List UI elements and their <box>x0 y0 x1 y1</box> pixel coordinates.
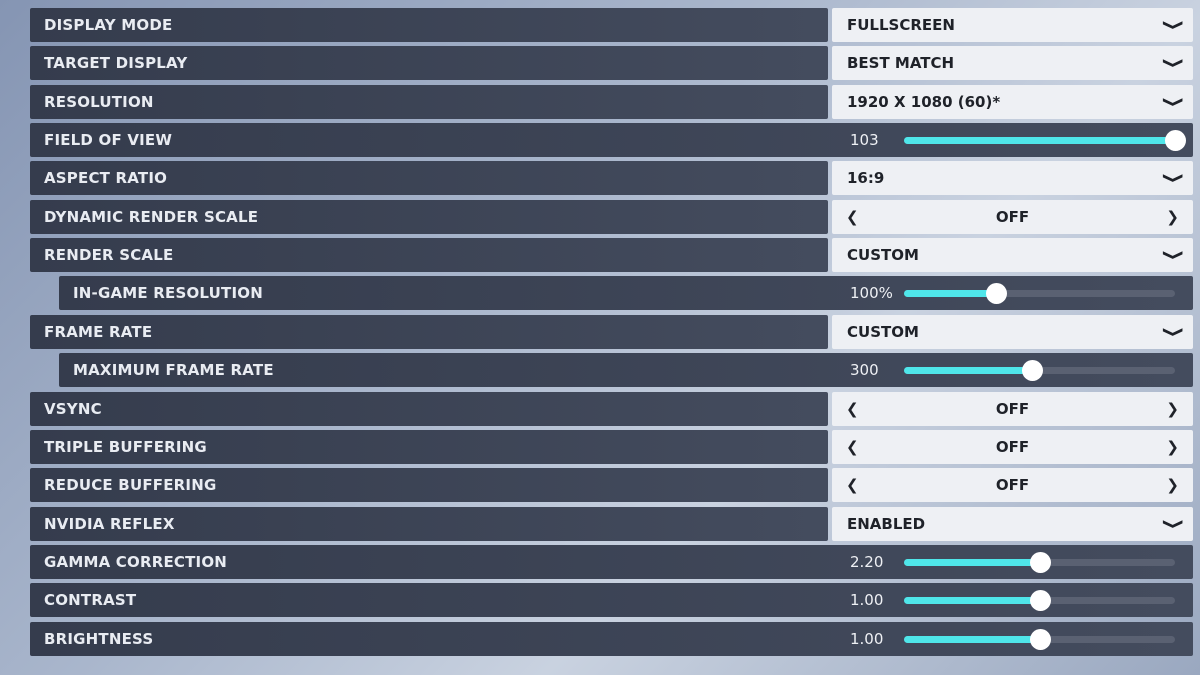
toggle-selector: ❮ OFF ❯ <box>832 391 1193 426</box>
chevron-right-icon[interactable]: ❯ <box>1166 430 1179 464</box>
dropdown[interactable]: 16:9 ❯ <box>832 161 1193 196</box>
setting-label: REDUCE BUFFERING <box>30 468 828 503</box>
toggle-selector: ❮ OFF ❯ <box>832 429 1193 464</box>
setting-label: ASPECT RATIO <box>30 161 828 196</box>
slider-value: 1.00 <box>850 591 884 610</box>
slider: 100% <box>832 276 1193 310</box>
setting-label: DISPLAY MODE <box>30 8 828 42</box>
chevron-down-icon: ❯ <box>1161 95 1185 108</box>
slider-track[interactable] <box>904 360 1175 382</box>
slider-thumb[interactable] <box>1029 628 1051 650</box>
slider-fill <box>904 137 1175 145</box>
setting-row-vsync: VSYNC ❮ OFF ❯ <box>30 391 1193 426</box>
dropdown-value: FULLSCREEN <box>847 16 955 34</box>
dropdown-value: BEST MATCH <box>847 54 955 73</box>
dropdown[interactable]: 1920 X 1080 (60)* ❯ <box>832 84 1193 119</box>
setting-label: NVIDIA REFLEX <box>30 506 828 541</box>
slider-track[interactable] <box>904 283 1175 305</box>
slider-value: 2.20 <box>850 552 884 571</box>
dropdown-value: CUSTOM <box>847 246 919 265</box>
setting-label: TRIPLE BUFFERING <box>30 429 828 464</box>
toggle-value: OFF <box>995 476 1030 495</box>
setting-row-render-scale: RENDER SCALE CUSTOM ❯ <box>30 238 1193 273</box>
toggle-selector: ❮ OFF ❯ <box>832 468 1193 503</box>
slider-thumb[interactable] <box>1029 551 1051 573</box>
slider-thumb[interactable] <box>986 283 1008 305</box>
chevron-right-icon[interactable]: ❯ <box>1166 468 1179 502</box>
chevron-down-icon: ❯ <box>1161 517 1185 530</box>
setting-row-frame-rate: FRAME RATE CUSTOM ❯ <box>30 314 1193 349</box>
setting-row-gamma-correction: GAMMA CORRECTION 2.20 <box>30 544 1193 579</box>
setting-label: TARGET DISPLAY <box>30 46 828 81</box>
setting-row-resolution: RESOLUTION 1920 X 1080 (60)* ❯ <box>30 84 1193 119</box>
chevron-right-icon[interactable]: ❯ <box>1166 200 1179 234</box>
slider-fill <box>904 597 1040 605</box>
toggle-value: OFF <box>995 207 1030 226</box>
setting-label: RESOLUTION <box>30 84 828 119</box>
setting-row-field-of-view: FIELD OF VIEW 103 <box>30 123 1193 158</box>
slider-track[interactable] <box>904 590 1175 612</box>
toggle-value: OFF <box>995 437 1030 456</box>
chevron-down-icon: ❯ <box>1161 19 1185 31</box>
slider-thumb[interactable] <box>1165 130 1186 152</box>
setting-row-maximum-frame-rate: MAXIMUM FRAME RATE 300 <box>30 353 1193 388</box>
slider-value: 300 <box>850 361 879 380</box>
chevron-right-icon[interactable]: ❯ <box>1166 392 1179 426</box>
toggle-selector: ❮ OFF ❯ <box>832 199 1193 234</box>
slider: 2.20 <box>832 545 1193 579</box>
slider-fill <box>904 367 1033 375</box>
slider: 300 <box>832 353 1193 387</box>
dropdown[interactable]: CUSTOM ❯ <box>832 314 1193 349</box>
setting-row-reduce-buffering: REDUCE BUFFERING ❮ OFF ❯ <box>30 468 1193 503</box>
slider-fill <box>904 290 997 298</box>
slider-thumb[interactable] <box>1029 590 1051 612</box>
slider: 103 <box>832 123 1193 157</box>
setting-row-target-display: TARGET DISPLAY BEST MATCH ❯ <box>30 46 1193 81</box>
slider-fill <box>904 635 1040 643</box>
setting-row-aspect-ratio: ASPECT RATIO 16:9 ❯ <box>30 161 1193 196</box>
dropdown[interactable]: FULLSCREEN ❯ <box>832 8 1193 42</box>
setting-row-dynamic-render-scale: DYNAMIC RENDER SCALE ❮ OFF ❯ <box>30 199 1193 234</box>
slider: 1.00 <box>832 583 1193 617</box>
dropdown[interactable]: BEST MATCH ❯ <box>832 46 1193 81</box>
setting-label: VSYNC <box>30 391 828 426</box>
chevron-down-icon: ❯ <box>1161 57 1185 70</box>
setting-row-nvidia-reflex: NVIDIA REFLEX ENABLED ❯ <box>30 506 1193 541</box>
slider-track[interactable] <box>904 130 1186 152</box>
setting-label: DYNAMIC RENDER SCALE <box>30 199 828 234</box>
setting-row-contrast: CONTRAST 1.00 <box>30 583 1193 618</box>
slider-track[interactable] <box>904 628 1175 650</box>
slider-value: 1.00 <box>850 629 884 648</box>
chevron-down-icon: ❯ <box>1161 249 1185 261</box>
setting-label: RENDER SCALE <box>30 238 828 273</box>
chevron-down-icon: ❯ <box>1161 172 1185 185</box>
slider-value: 100% <box>850 284 893 303</box>
dropdown-value: 16:9 <box>847 169 885 188</box>
slider-track[interactable] <box>904 551 1175 573</box>
slider-fill <box>904 558 1040 566</box>
setting-row-in-game-resolution: IN-GAME RESOLUTION 100% <box>30 276 1193 311</box>
dropdown[interactable]: CUSTOM ❯ <box>832 238 1193 273</box>
dropdown[interactable]: ENABLED ❯ <box>832 506 1193 541</box>
slider: 1.00 <box>832 622 1193 656</box>
dropdown-value: ENABLED <box>847 514 926 533</box>
toggle-value: OFF <box>995 399 1030 418</box>
setting-label: FRAME RATE <box>30 314 828 349</box>
setting-row-triple-buffering: TRIPLE BUFFERING ❮ OFF ❯ <box>30 429 1193 464</box>
slider-value: 103 <box>850 131 879 150</box>
chevron-down-icon: ❯ <box>1161 325 1185 338</box>
setting-row-brightness: BRIGHTNESS 1.00 <box>30 621 1193 656</box>
dropdown-value: CUSTOM <box>847 322 919 341</box>
slider-thumb[interactable] <box>1022 360 1044 382</box>
setting-row-display-mode: DISPLAY MODE FULLSCREEN ❯ <box>30 8 1193 42</box>
dropdown-value: 1920 X 1080 (60)* <box>847 92 1001 111</box>
